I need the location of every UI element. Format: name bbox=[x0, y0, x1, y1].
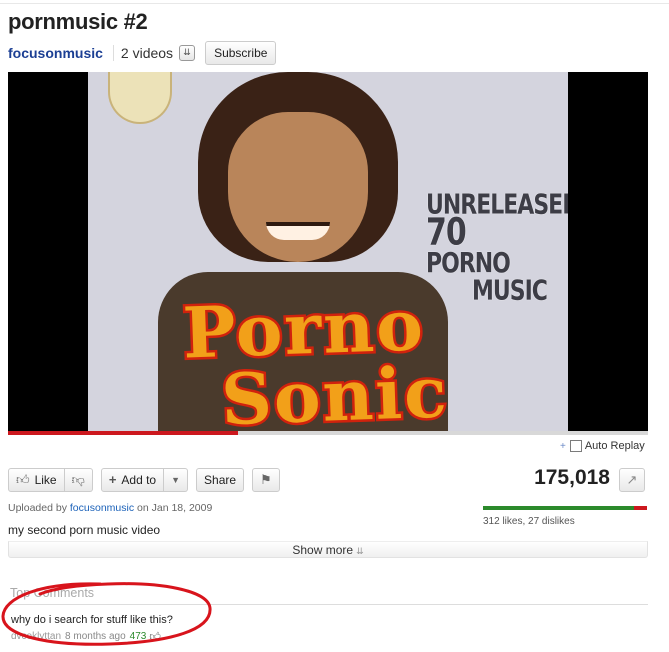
channel-link[interactable]: focusonmusic bbox=[8, 45, 103, 61]
plus-icon: + bbox=[108, 472, 117, 487]
like-button-label: Like bbox=[34, 473, 57, 487]
uploader-link[interactable]: focusonmusic bbox=[70, 502, 134, 514]
comments-heading: Top Comments bbox=[10, 586, 95, 600]
subscribe-button[interactable]: Subscribe bbox=[205, 41, 277, 65]
poster-logo bbox=[108, 72, 172, 124]
add-to-dropdown-button[interactable]: ▼ bbox=[164, 468, 189, 492]
auto-replay-label: Auto Replay bbox=[584, 440, 645, 452]
upload-info: Uploaded by focusonmusic on Jan 18, 2009 bbox=[8, 502, 212, 514]
comment-text: why do i search for stuff like this? bbox=[11, 614, 173, 626]
likes-summary: 312 likes, 27 dislikes bbox=[483, 516, 575, 527]
likes-ratio-bar bbox=[483, 506, 647, 510]
action-toolbar: 👍︎ Like 👎︎ + Add to ▼ Share ⚑ bbox=[8, 468, 288, 492]
comment-age: 8 months ago bbox=[65, 631, 126, 642]
top-divider bbox=[0, 3, 669, 4]
likes-ratio-fill bbox=[483, 506, 634, 510]
thumbs-down-icon: 👎︎ bbox=[71, 472, 85, 487]
playback-progress-bar[interactable] bbox=[8, 431, 648, 435]
video-frame: UNRELEASED 70 PORNO MUSIC Porno Sonic bbox=[88, 72, 568, 432]
comments-divider bbox=[8, 604, 648, 605]
video-description: my second porn music video bbox=[8, 523, 161, 537]
comment-author-link[interactable]: dvcoklyttan bbox=[11, 631, 61, 642]
poster-title-line2: Sonic bbox=[217, 348, 452, 432]
flag-button[interactable]: ⚑ bbox=[252, 468, 280, 492]
chevron-down-icon: ▼ bbox=[171, 475, 181, 485]
chevron-down-icon[interactable]: ⇊ bbox=[179, 45, 196, 61]
flag-icon: ⚑ bbox=[260, 472, 272, 487]
stats-icon: ↗ bbox=[626, 472, 638, 487]
video-player[interactable]: UNRELEASED 70 PORNO MUSIC Porno Sonic bbox=[8, 72, 648, 432]
playback-progress-fill bbox=[8, 431, 239, 435]
add-to-label: Add to bbox=[121, 473, 157, 487]
upload-prefix: Uploaded by bbox=[8, 502, 67, 514]
poster-title: Porno Sonic bbox=[179, 281, 507, 432]
upload-date: on Jan 18, 2009 bbox=[137, 502, 213, 514]
chevron-down-icon: ⇊ bbox=[356, 546, 364, 556]
videos-count-dropdown[interactable]: 2 videos ⇊ bbox=[112, 45, 196, 61]
show-more-label: Show more bbox=[292, 543, 354, 557]
add-to-button[interactable]: + Add to bbox=[100, 468, 165, 492]
like-button[interactable]: 👍︎ Like bbox=[8, 468, 65, 492]
comment-meta: dvcoklyttan 8 months ago 473 👍︎ bbox=[11, 630, 161, 643]
auto-replay-toggle[interactable]: + Auto Replay bbox=[560, 440, 645, 452]
thumbs-up-icon: 👍︎ bbox=[16, 472, 30, 487]
channel-row: focusonmusic 2 videos ⇊ Subscribe bbox=[8, 40, 277, 66]
share-button[interactable]: Share bbox=[196, 468, 245, 492]
thumbs-up-icon[interactable]: 👍︎ bbox=[149, 630, 161, 643]
poster-figure-smile bbox=[266, 222, 330, 240]
view-count: 175,018 bbox=[534, 466, 610, 489]
show-more-button[interactable]: Show more ⇊ bbox=[8, 541, 648, 558]
video-title: pornmusic #2 bbox=[8, 9, 148, 34]
auto-replay-checkbox[interactable] bbox=[569, 440, 582, 452]
comment-score: 473 bbox=[129, 631, 147, 642]
like-dislike-group: 👍︎ Like 👎︎ bbox=[8, 468, 93, 492]
stats-button[interactable]: ↗ bbox=[619, 468, 645, 492]
plus-icon: + bbox=[560, 440, 566, 452]
videos-count: 2 videos bbox=[120, 45, 174, 61]
dislike-button[interactable]: 👎︎ bbox=[64, 468, 93, 492]
add-to-group: + Add to ▼ bbox=[100, 468, 189, 492]
